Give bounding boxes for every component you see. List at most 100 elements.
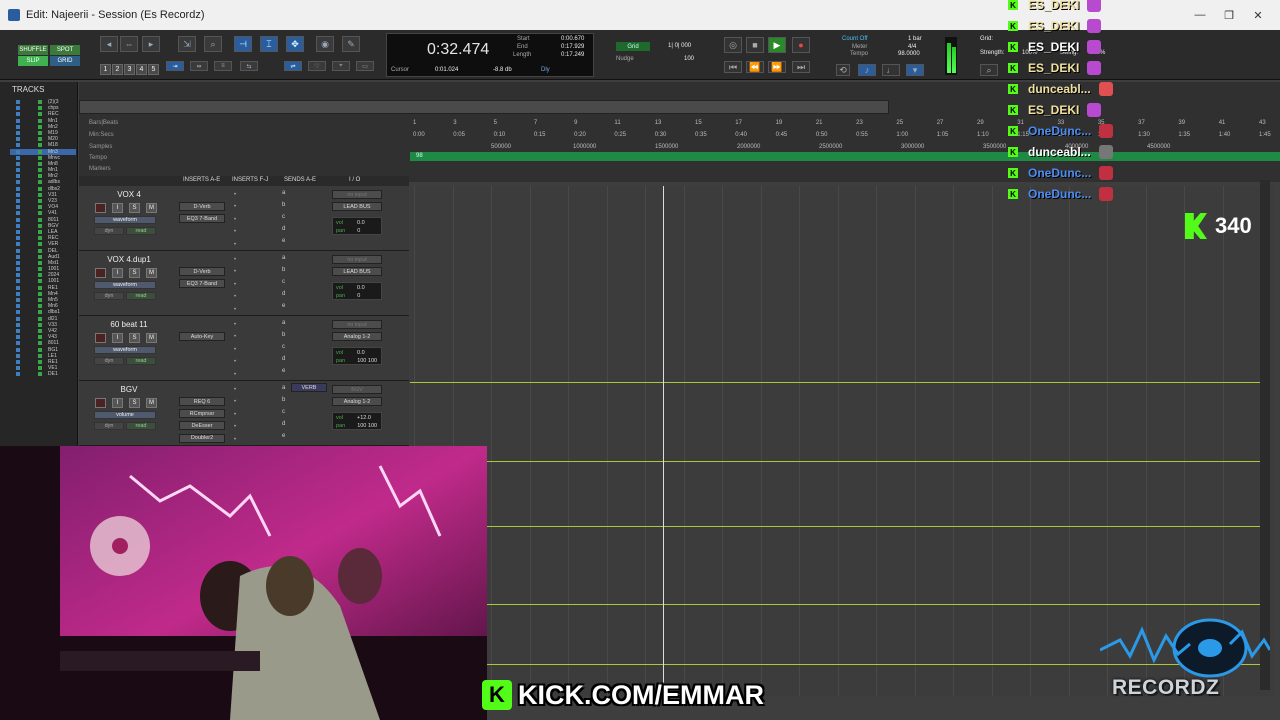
record-enable-button[interactable] [95,268,106,278]
send-slot[interactable]: d [282,291,285,297]
input-monitor-button[interactable]: I [112,333,123,343]
track-strip[interactable]: VOX 4.dup1 I S Mwaveform dyn read D-Verb EQ3 7-… [79,251,409,316]
insert-slot[interactable]: Auto-Key [179,332,225,341]
online-button[interactable]: ◎ [724,37,742,53]
input-selector[interactable]: no input [332,320,382,329]
automation-mode[interactable]: read [126,227,156,235]
midi-merge-icon[interactable]: ♪ [858,64,876,76]
pan-number[interactable]: 100 100 [357,423,377,429]
meter-value[interactable]: 4/4 [908,44,916,50]
send-slot[interactable]: b [282,397,285,403]
automation-mode[interactable]: read [126,357,156,365]
main-counter-value[interactable]: 0:32.474 [427,41,489,59]
track-view-selector[interactable]: waveform [94,216,156,224]
end-value[interactable]: 0:17.929 [561,44,584,50]
record-enable-button[interactable] [95,203,106,213]
send-slot[interactable]: c [282,344,285,350]
mute-button[interactable]: M [146,268,157,278]
mute-button[interactable]: M [146,333,157,343]
insert-slot[interactable]: RCmprssr [179,409,225,419]
tempo-marker[interactable]: 98 [416,153,423,159]
vol-number[interactable]: +12.0 [357,415,371,421]
insert-fj-slots[interactable]: • • • • • [234,254,238,316]
scrubber-tool-icon[interactable]: ◉ [316,36,334,52]
send-slot[interactable]: b [282,332,285,338]
heart-icon[interactable]: ♡ [308,61,326,71]
insert-fj-slots[interactable]: • • • • • [234,384,238,446]
output-selector[interactable]: LEAD BUS [332,267,382,276]
count-off-bars[interactable]: 1 bar [908,36,922,42]
zoom-preset-2[interactable]: 2 [112,64,123,75]
conductor-icon[interactable]: ♩ [882,64,900,76]
track-list-item[interactable]: DE1 [10,371,76,377]
rewind-button[interactable]: ⏪ [746,61,764,73]
link-track-icon[interactable]: ≡ [214,61,232,71]
volume-value[interactable]: vol 0.0 [336,349,378,357]
tempo-value[interactable]: 98.0000 [898,51,920,57]
send-slot[interactable]: c [282,214,285,220]
automation-mode[interactable]: read [126,422,156,430]
tempo-bar[interactable]: 98 [410,152,1280,161]
zoom-toggle-icon[interactable]: ⌖ [332,61,350,71]
grid-value[interactable]: 1| 0| 000 [668,43,691,49]
ruler-samples[interactable]: Samples [89,144,112,150]
input-monitor-button[interactable]: I [112,398,123,408]
metronome-icon[interactable]: ▾ [906,64,924,76]
send-slot[interactable]: b [282,202,285,208]
send-slot-assigned[interactable]: VERB [291,383,327,392]
horizontal-scrollbar[interactable] [79,100,889,114]
pan-number[interactable]: 100 100 [357,358,377,364]
grid-toggle[interactable]: Grid [616,42,650,51]
track-name[interactable]: 60 beat 11 [99,320,159,329]
track-name[interactable]: VOX 4.dup1 [99,255,159,264]
pan-value[interactable]: pan 100 100 [336,422,378,430]
close-button[interactable]: ✕ [1244,0,1272,30]
playhead-cursor[interactable] [663,186,664,696]
fast-forward-button[interactable]: ⏩ [768,61,786,73]
track-name[interactable]: BGV [99,385,159,394]
track-name[interactable]: VOX 4 [99,190,159,199]
spot-mode-button[interactable]: SPOT [50,45,80,55]
loop-playback-icon[interactable]: ⟲ [836,64,850,76]
return-to-zero-button[interactable]: ⏮ [724,61,742,73]
send-slot[interactable]: c [282,409,285,415]
send-slot[interactable]: d [282,356,285,362]
input-selector[interactable]: no input [332,255,382,264]
zoom-in-icon[interactable]: ⇔ [120,36,138,52]
insert-slot[interactable]: Doubler2 [179,433,225,443]
automation-mode[interactable]: read [126,292,156,300]
insert-slot[interactable]: EQ3 7-Band [179,214,225,224]
track-strip[interactable]: VOX 4 I S Mwaveform dyn read D-Verb EQ3 7-Band •… [79,186,409,251]
track-strip[interactable]: 60 beat 11 I S Mwaveform dyn read Auto-Key • • … [79,316,409,381]
vol-number[interactable]: 0.0 [357,350,365,356]
track-view-selector[interactable]: waveform [94,346,156,354]
output-selector[interactable]: Analog 1-2 [332,332,382,341]
zoomer-tool-icon[interactable]: ⇲ [178,36,196,52]
zoom-out-icon[interactable]: ◂ [100,36,118,52]
pan-number[interactable]: 0 [357,293,360,299]
output-selector[interactable]: Analog 1-2 [332,397,382,406]
pan-value[interactable]: pan 0 [336,227,378,235]
record-enable-button[interactable] [95,333,106,343]
insert-slot[interactable]: D-Verb [179,267,225,276]
solo-button[interactable]: S [129,398,140,408]
pan-number[interactable]: 0 [357,228,360,234]
volume-value[interactable]: vol +12.0 [336,414,378,422]
trim-tool-icon[interactable]: ⊣ [234,36,252,52]
volume-pan-display[interactable]: vol +12.0 pan 100 100 [332,412,382,430]
count-off-label[interactable]: Count Off [842,36,868,42]
magnifier-tool-icon[interactable]: ⌕ [204,36,222,52]
maximize-button[interactable]: ❐ [1215,0,1243,30]
ruler-tempo[interactable]: Tempo [89,155,107,161]
delay-label[interactable]: Dly [541,67,550,73]
send-slot[interactable]: d [282,226,285,232]
play-button[interactable]: ▶ [768,37,786,53]
pencil-tool-icon[interactable]: ✎ [342,36,360,52]
send-slot[interactable]: d [282,421,285,427]
send-slot[interactable]: e [282,238,285,244]
volume-pan-display[interactable]: vol 0.0 pan 0 [332,217,382,235]
send-slot[interactable]: e [282,433,285,439]
grid-mode-button[interactable]: GRID [50,56,80,66]
pan-value[interactable]: pan 0 [336,292,378,300]
grabber-tool-icon[interactable]: ✥ [286,36,304,52]
